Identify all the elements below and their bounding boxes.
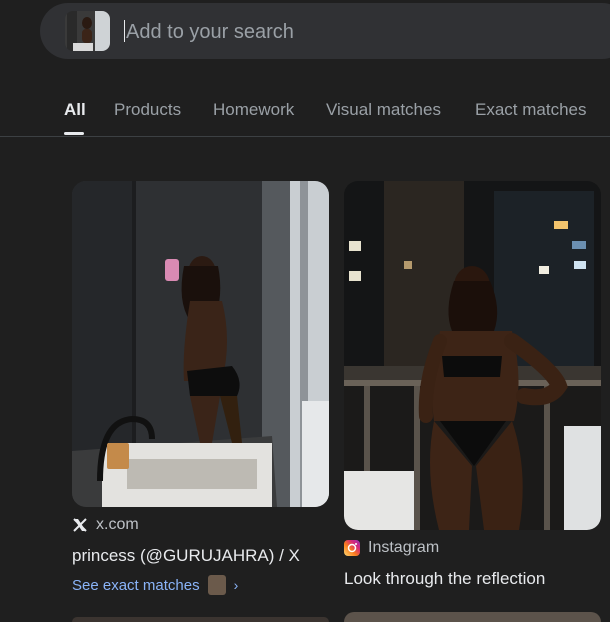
tab-bar: All Products Homework Visual matches Exa… <box>0 92 610 136</box>
result-title-1[interactable]: princess (@GURUJAHRA) / X <box>72 546 300 566</box>
result-image-3-peek[interactable] <box>72 617 329 622</box>
search-image-thumbnail[interactable] <box>65 11 110 51</box>
tab-visual-matches[interactable]: Visual matches <box>326 100 441 120</box>
result-source-1[interactable]: x.com <box>72 516 139 534</box>
text-caret <box>124 20 125 42</box>
tab-products[interactable]: Products <box>114 100 181 120</box>
active-tab-indicator <box>64 132 84 135</box>
tab-exact-matches[interactable]: Exact matches <box>475 100 587 120</box>
tabs-divider <box>0 136 610 137</box>
result-image-2[interactable] <box>344 181 601 530</box>
result-title-2[interactable]: Look through the reflection <box>344 569 545 589</box>
result-source-label-1: x.com <box>96 516 139 533</box>
search-input[interactable] <box>124 15 608 49</box>
see-exact-matches-label: See exact matches <box>72 576 200 594</box>
chevron-right-icon: › <box>233 577 239 593</box>
see-exact-matches-link[interactable]: See exact matches › <box>72 575 238 595</box>
tab-all[interactable]: All <box>64 100 86 120</box>
x-logo-icon <box>72 517 88 533</box>
search-bar[interactable] <box>40 3 610 59</box>
result-image-1[interactable] <box>72 181 329 507</box>
exact-match-thumbnail <box>207 575 226 595</box>
result-image-4-peek[interactable] <box>344 612 601 622</box>
instagram-icon <box>344 540 360 556</box>
tab-homework[interactable]: Homework <box>213 100 294 120</box>
result-source-2[interactable]: Instagram <box>344 539 439 557</box>
result-source-label-2: Instagram <box>368 539 440 556</box>
